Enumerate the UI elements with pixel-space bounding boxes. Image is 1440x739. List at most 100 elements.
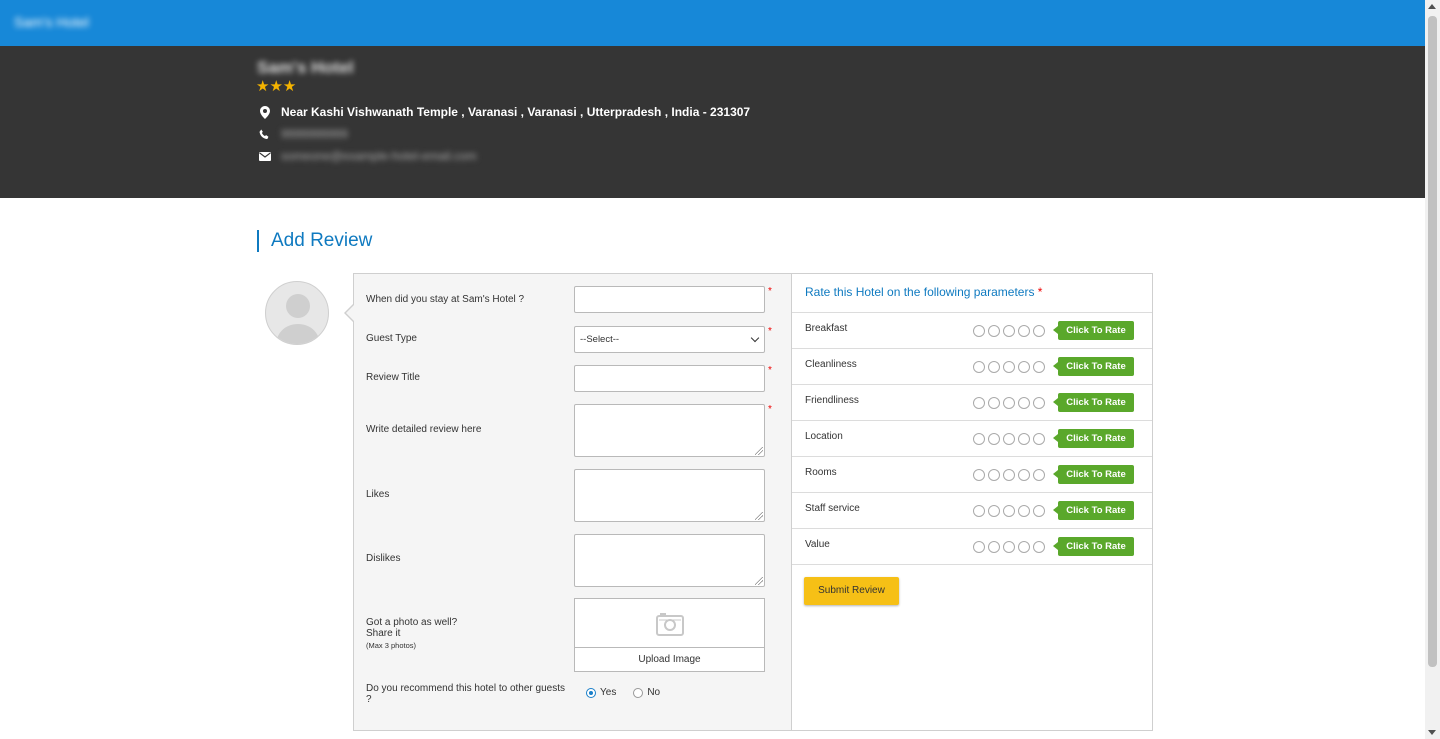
hotel-phone: 9999999999 [281, 127, 348, 141]
rating-circle-icon[interactable] [1033, 505, 1045, 517]
dislikes-textarea[interactable] [574, 534, 765, 587]
rating-circle-icon[interactable] [1018, 469, 1030, 481]
detailed-review-textarea[interactable] [574, 404, 765, 457]
rating-row: Breakfast Click To Rate [792, 312, 1152, 348]
rating-circle-icon[interactable] [1018, 361, 1030, 373]
resize-grip-icon[interactable] [755, 577, 763, 585]
likes-textarea[interactable] [574, 469, 765, 522]
review-form-card: When did you stay at Sam's Hotel ? * Gue… [344, 273, 1153, 731]
rating-circle-icon[interactable] [1003, 325, 1015, 337]
rating-row: Staff service Click To Rate [792, 492, 1152, 528]
click-to-rate-button[interactable]: Click To Rate [1053, 501, 1134, 520]
rating-circle-icon[interactable] [1018, 397, 1030, 409]
rating-circle-icon[interactable] [1033, 469, 1045, 481]
rating-circle-icon[interactable] [1033, 361, 1045, 373]
click-to-rate-button[interactable]: Click To Rate [1053, 357, 1134, 376]
detailed-review-label: Write detailed review here [366, 424, 482, 435]
rating-circle-icon[interactable] [973, 541, 985, 553]
rating-circle-icon[interactable] [973, 397, 985, 409]
rating-circle-icon[interactable] [988, 397, 1000, 409]
scrollbar-thumb[interactable] [1428, 16, 1437, 667]
upload-image-button[interactable]: Upload Image [575, 647, 764, 671]
rating-circle-icon[interactable] [1003, 361, 1015, 373]
hotel-star-rating: ★★★ [256, 78, 297, 95]
rating-circle-icon[interactable] [988, 505, 1000, 517]
page-scrollbar[interactable] [1425, 0, 1440, 739]
rating-circle-icon[interactable] [988, 433, 1000, 445]
rating-circle-icon[interactable] [973, 433, 985, 445]
required-marker: * [768, 286, 772, 297]
rating-circle-icon[interactable] [988, 469, 1000, 481]
rating-circle-icon[interactable] [1018, 505, 1030, 517]
rating-circle-icon[interactable] [973, 469, 985, 481]
rating-param-label: Staff service [805, 503, 860, 514]
rating-param-label: Friendliness [805, 395, 859, 406]
rating-circle-icon[interactable] [1018, 541, 1030, 553]
rating-circle-icon[interactable] [988, 541, 1000, 553]
map-pin-icon [258, 105, 271, 119]
review-title-label: Review Title [366, 372, 420, 383]
scroll-down-arrow-icon[interactable] [1428, 730, 1436, 735]
rating-param-label: Cleanliness [805, 359, 857, 370]
click-to-rate-button[interactable]: Click To Rate [1053, 393, 1134, 412]
rating-circles [973, 397, 1048, 409]
click-to-rate-button[interactable]: Click To Rate [1053, 465, 1134, 484]
rating-row: Value Click To Rate [792, 528, 1152, 564]
required-marker: * [768, 404, 772, 415]
resize-grip-icon[interactable] [755, 512, 763, 520]
guest-type-select[interactable]: --Select-- [574, 326, 765, 353]
rating-circle-icon[interactable] [973, 505, 985, 517]
rating-circle-icon[interactable] [1003, 505, 1015, 517]
resize-grip-icon[interactable] [755, 447, 763, 455]
top-navbar: Sam's Hotel [0, 0, 1425, 46]
hotel-header: Sam's Hotel ★★★ Near Kashi Vishwanath Te… [0, 46, 1425, 198]
photo-label-line1: Got a photo as well? [366, 617, 458, 628]
guest-type-value: --Select-- [580, 334, 620, 345]
chevron-down-icon [750, 333, 760, 343]
rating-circles [973, 433, 1048, 445]
rating-circle-icon[interactable] [1003, 541, 1015, 553]
review-form-left: When did you stay at Sam's Hotel ? * Gue… [346, 274, 792, 730]
rating-circle-icon[interactable] [1033, 541, 1045, 553]
card-pointer-inner [346, 305, 354, 321]
recommend-no-label[interactable]: No [647, 687, 660, 698]
rating-circle-icon[interactable] [1018, 325, 1030, 337]
rating-param-label: Rooms [805, 467, 837, 478]
recommend-yes-radio[interactable] [586, 687, 596, 698]
photo-label-line2: Share it [366, 628, 401, 639]
rating-param-label: Location [805, 431, 843, 442]
rating-circle-icon[interactable] [973, 325, 985, 337]
click-to-rate-button[interactable]: Click To Rate [1053, 537, 1134, 556]
photo-label: Got a photo as well? Share it (Max 3 pho… [366, 617, 457, 651]
rating-circle-icon[interactable] [1003, 433, 1015, 445]
rating-circle-icon[interactable] [1033, 397, 1045, 409]
rating-circle-icon[interactable] [988, 325, 1000, 337]
photo-upload-box[interactable]: Upload Image [574, 598, 765, 672]
rating-row: Rooms Click To Rate [792, 456, 1152, 492]
rating-circle-icon[interactable] [973, 361, 985, 373]
stay-date-input[interactable] [574, 286, 765, 313]
rating-row: Location Click To Rate [792, 420, 1152, 456]
rating-circle-icon[interactable] [988, 361, 1000, 373]
rating-circle-icon[interactable] [1033, 433, 1045, 445]
rating-param-label: Breakfast [805, 323, 848, 334]
rating-circle-icon[interactable] [1018, 433, 1030, 445]
submit-review-button[interactable]: Submit Review [804, 577, 899, 605]
brand-title[interactable]: Sam's Hotel [14, 14, 89, 30]
camera-icon [656, 613, 684, 636]
recommend-yes-label[interactable]: Yes [600, 687, 616, 698]
recommend-label: Do you recommend this hotel to other gue… [366, 683, 565, 705]
user-silhouette-icon [276, 294, 320, 344]
rating-circles [973, 541, 1048, 553]
phone-icon [258, 128, 271, 141]
click-to-rate-button[interactable]: Click To Rate [1053, 321, 1134, 340]
rating-circle-icon[interactable] [1003, 469, 1015, 481]
dislikes-label: Dislikes [366, 553, 401, 564]
click-to-rate-button[interactable]: Click To Rate [1053, 429, 1134, 448]
recommend-no-radio[interactable] [633, 687, 644, 698]
scroll-up-arrow-icon[interactable] [1428, 4, 1436, 9]
review-title-input[interactable] [574, 365, 765, 392]
rating-circle-icon[interactable] [1033, 325, 1045, 337]
rating-circles [973, 469, 1048, 481]
rating-circle-icon[interactable] [1003, 397, 1015, 409]
